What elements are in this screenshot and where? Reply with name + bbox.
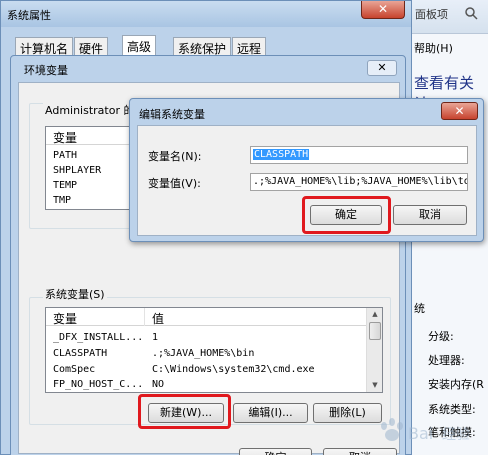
close-icon[interactable]: ✕ (367, 60, 397, 76)
table-row[interactable]: PATH (46, 149, 134, 164)
table-row[interactable]: FP_NO_HOST_C... NO (46, 378, 382, 392)
property-label: 处理器: (428, 354, 465, 367)
list-header: 变量 (46, 127, 134, 145)
system-section-title: 统 (414, 302, 425, 315)
variable-name-label: 变量名(N): (148, 150, 202, 163)
svg-text:Bai: Bai (408, 424, 433, 443)
column-header-variable[interactable]: 变量 (53, 129, 77, 146)
column-separator[interactable] (144, 308, 145, 326)
table-row[interactable]: _DFX_INSTALL... 1 (46, 331, 382, 346)
column-header-variable[interactable]: 变量 (53, 310, 77, 327)
scroll-thumb[interactable] (369, 322, 381, 340)
property-label: 安装内存(R (428, 378, 484, 391)
vertical-scrollbar[interactable]: ▲ ▼ (366, 308, 382, 392)
table-row[interactable]: TEMP (46, 179, 134, 194)
search-icon[interactable] (464, 6, 478, 20)
ok-button[interactable]: 确定 (239, 448, 312, 455)
svg-text:经验: 经验 (442, 427, 470, 443)
variable-name: SHPLAYER (53, 165, 102, 176)
tab-advanced[interactable]: 高级 (122, 35, 157, 56)
variable-value: 1 (152, 332, 159, 343)
system-properties-titlebar[interactable]: 系统属性 ✕ (1, 1, 411, 27)
highlight-annotation (302, 196, 391, 234)
system-variables-list[interactable]: 变量 值 _DFX_INSTALL... 1 CLASSPATH .;%JAVA… (45, 307, 383, 393)
selected-text: CLASSPATH (253, 149, 310, 160)
table-row[interactable]: SHPLAYER (46, 164, 134, 179)
system-variables-label: 系统变量(S) (43, 286, 107, 302)
tab-remote[interactable]: 远程 (232, 37, 267, 56)
table-row[interactable]: ComSpec C:\Windows\system32\cmd.exe (46, 363, 382, 378)
list-header: 变量 值 (46, 308, 382, 326)
variable-value: NO (152, 379, 165, 390)
variable-value: C:\Windows\system32\cmd.exe (152, 364, 315, 375)
variable-value: .;%JAVA_HOME%\bin (152, 348, 255, 359)
variable-name: _DFX_INSTALL... (53, 332, 144, 343)
variable-name: PATH (53, 150, 78, 161)
edit-button[interactable]: 编辑(I)... (233, 403, 308, 423)
highlight-annotation (138, 394, 231, 429)
table-row[interactable]: CLASSPATH .;%JAVA_HOME%\bin (46, 347, 382, 362)
table-row[interactable]: TMP (46, 194, 134, 209)
tab-hardware[interactable]: 硬件 (74, 37, 109, 56)
edit-system-variable-dialog: 编辑系统变量 ✕ 变量名(N): CLASSPATH 变量值(V): .;%JA… (129, 98, 484, 242)
close-icon[interactable]: ✕ (441, 102, 478, 120)
control-panel-nav-text[interactable]: 面板项 (415, 6, 448, 22)
help-menu[interactable]: 帮助(H) (414, 40, 453, 56)
cancel-button[interactable]: 取消 (393, 205, 467, 225)
variable-name: CLASSPATH (53, 348, 108, 359)
dialog-title: 环境变量 (24, 64, 68, 77)
baidu-watermark-logo: Bai 经验 (381, 418, 470, 443)
dialog-title: 编辑系统变量 (139, 108, 205, 121)
close-icon[interactable]: ✕ (361, 1, 405, 19)
tab-computer-name[interactable]: 计算机名 (15, 37, 74, 56)
variable-name: TMP (53, 195, 72, 206)
column-header-value[interactable]: 值 (152, 310, 164, 327)
scroll-down-icon[interactable]: ▼ (367, 379, 382, 391)
variable-name: TEMP (53, 180, 78, 191)
scroll-up-icon[interactable]: ▲ (367, 308, 382, 320)
property-label: 分级: (428, 330, 454, 343)
variable-value-field[interactable]: .;%JAVA_HOME%\lib;%JAVA_HOME%\lib\to (250, 173, 468, 191)
variable-name-field[interactable]: CLASSPATH (250, 146, 468, 164)
dialog-body: 变量名(N): CLASSPATH 变量值(V): .;%JAVA_HOME%\… (137, 125, 477, 236)
tab-system-protection[interactable]: 系统保护 (173, 37, 232, 56)
variable-value-label: 变量值(V): (148, 177, 201, 190)
variable-name: ComSpec (53, 364, 96, 375)
variable-name: FP_NO_HOST_C... (53, 379, 144, 390)
user-variables-list[interactable]: 变量 PATH SHPLAYER TEMP TMP (45, 126, 135, 210)
window-title: 系统属性 (7, 9, 51, 22)
